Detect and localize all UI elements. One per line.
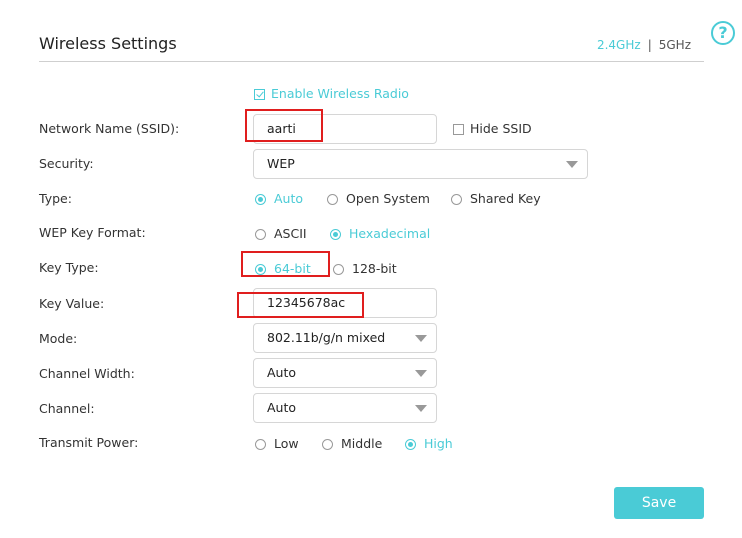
- help-icon[interactable]: ?: [711, 21, 735, 45]
- mode-value: 802.11b/g/n mixed: [267, 330, 386, 345]
- band-separator: |: [647, 38, 652, 52]
- type-auto-label: Auto: [274, 191, 304, 206]
- radio-unselected-icon: [333, 264, 344, 275]
- chevron-down-icon: [415, 370, 427, 377]
- wep-format-hexadecimal-label: Hexadecimal: [349, 226, 431, 241]
- hide-ssid-checkbox[interactable]: Hide SSID: [453, 121, 532, 136]
- wep-key-format-label: WEP Key Format:: [39, 225, 146, 240]
- type-label: Type:: [39, 191, 72, 206]
- transmit-power-middle-radio[interactable]: Middle: [322, 436, 382, 451]
- type-open-system-label: Open System: [346, 191, 430, 206]
- transmit-power-label: Transmit Power:: [39, 435, 139, 450]
- chevron-down-icon: [566, 161, 578, 168]
- ssid-highlight-box: [245, 109, 323, 142]
- radio-unselected-icon: [255, 229, 266, 240]
- channel-select[interactable]: Auto: [253, 393, 437, 423]
- security-select[interactable]: WEP: [253, 149, 588, 179]
- channel-label: Channel:: [39, 401, 95, 416]
- transmit-power-high-radio[interactable]: High: [405, 436, 453, 451]
- channel-width-value: Auto: [267, 365, 297, 380]
- radio-selected-icon: [330, 229, 341, 240]
- transmit-power-low-radio[interactable]: Low: [255, 436, 299, 451]
- key-type-128bit-label: 128-bit: [352, 261, 397, 276]
- radio-unselected-icon: [255, 439, 266, 450]
- key-type-128bit-radio[interactable]: 128-bit: [333, 261, 397, 276]
- header-divider: [39, 61, 704, 62]
- security-label: Security:: [39, 156, 94, 171]
- type-shared-key-label: Shared Key: [470, 191, 541, 206]
- radio-unselected-icon: [322, 439, 333, 450]
- enable-wireless-radio-checkbox[interactable]: Enable Wireless Radio: [254, 86, 409, 101]
- wep-format-ascii-radio[interactable]: ASCII: [255, 226, 307, 241]
- wep-format-ascii-label: ASCII: [274, 226, 307, 241]
- page-title: Wireless Settings: [39, 34, 177, 53]
- radio-unselected-icon: [451, 194, 462, 205]
- band-5ghz-link[interactable]: 5GHz: [659, 38, 691, 52]
- transmit-power-low-label: Low: [274, 436, 299, 451]
- channel-width-label: Channel Width:: [39, 366, 135, 381]
- checkbox-checked-icon: [254, 89, 265, 100]
- wep-format-hexadecimal-radio[interactable]: Hexadecimal: [330, 226, 430, 241]
- transmit-power-middle-label: Middle: [341, 436, 383, 451]
- chevron-down-icon: [415, 405, 427, 412]
- enable-wireless-radio-label: Enable Wireless Radio: [271, 86, 409, 101]
- security-value: WEP: [267, 156, 295, 171]
- mode-select[interactable]: 802.11b/g/n mixed: [253, 323, 437, 353]
- channel-value: Auto: [267, 400, 297, 415]
- chevron-down-icon: [415, 335, 427, 342]
- checkbox-unchecked-icon: [453, 124, 464, 135]
- mode-label: Mode:: [39, 331, 78, 346]
- band-switcher: 2.4GHz | 5GHz: [597, 38, 691, 52]
- channel-width-select[interactable]: Auto: [253, 358, 437, 388]
- radio-selected-icon: [255, 194, 266, 205]
- save-button[interactable]: Save: [614, 487, 704, 519]
- band-2-4ghz-link[interactable]: 2.4GHz: [597, 38, 641, 52]
- radio-unselected-icon: [327, 194, 338, 205]
- type-auto-radio[interactable]: Auto: [255, 191, 303, 206]
- radio-selected-icon: [405, 439, 416, 450]
- hide-ssid-label: Hide SSID: [470, 121, 532, 136]
- key-type-highlight-box: [241, 251, 330, 277]
- key-type-label: Key Type:: [39, 260, 99, 275]
- type-shared-key-radio[interactable]: Shared Key: [451, 191, 541, 206]
- key-value-label: Key Value:: [39, 296, 105, 311]
- type-open-system-radio[interactable]: Open System: [327, 191, 430, 206]
- transmit-power-high-label: High: [424, 436, 453, 451]
- ssid-label: Network Name (SSID):: [39, 121, 180, 136]
- key-value-highlight-box: [237, 292, 364, 318]
